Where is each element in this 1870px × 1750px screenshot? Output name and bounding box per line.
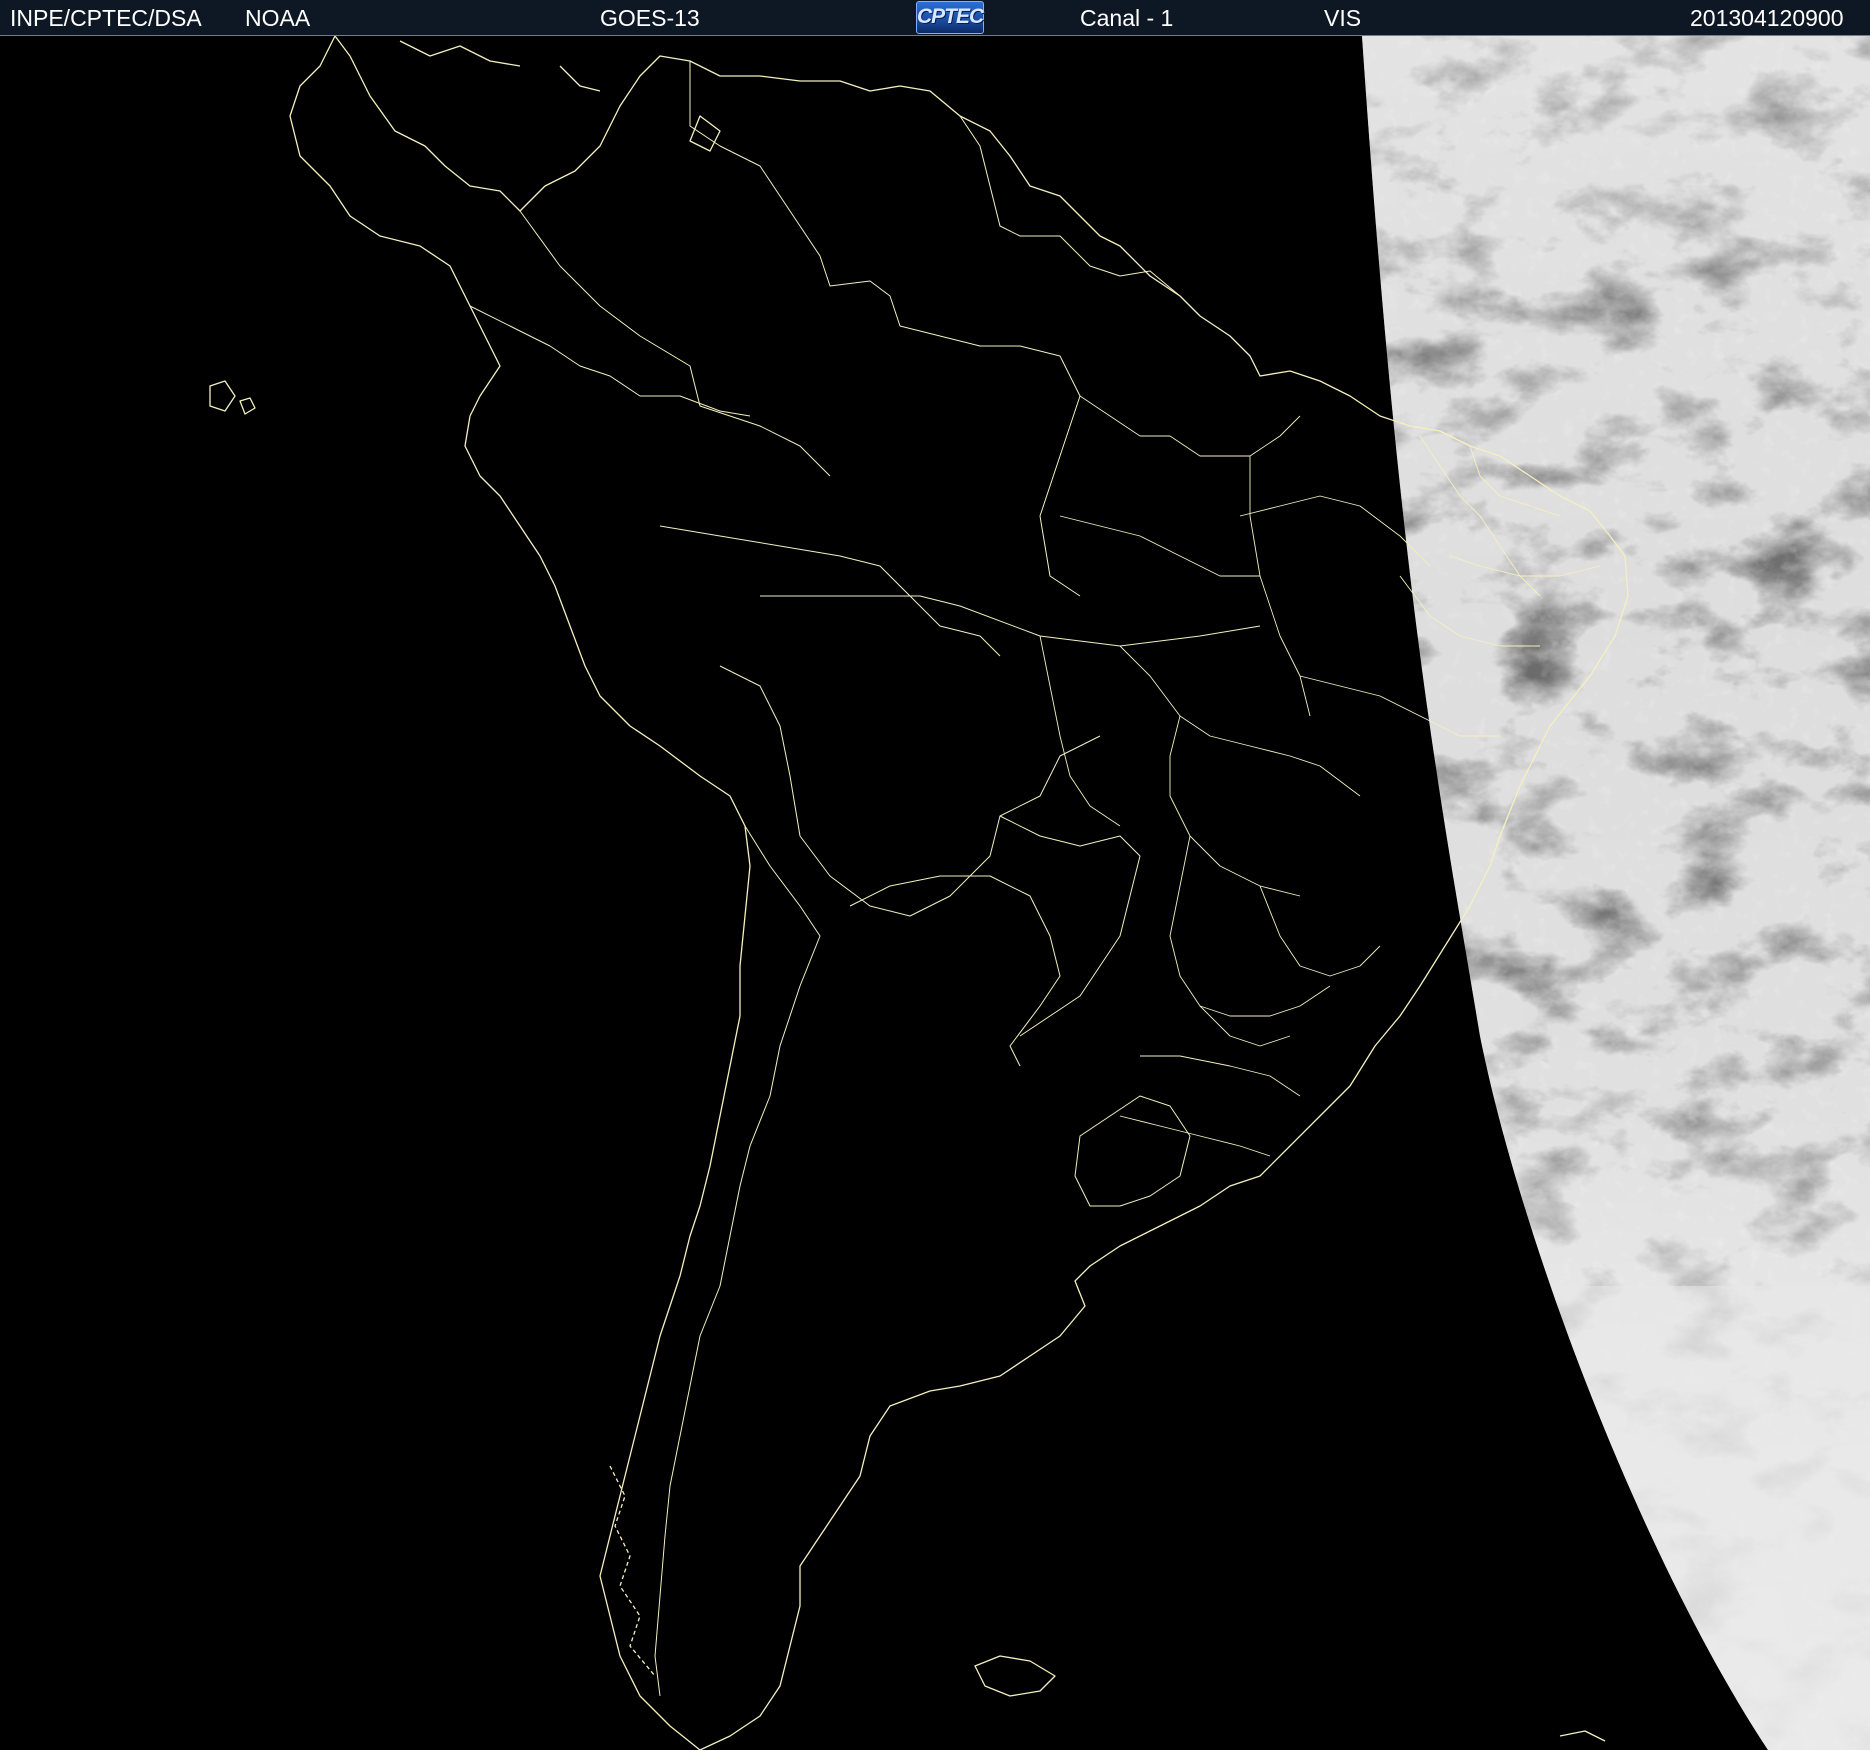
source-label: NOAA [245, 5, 311, 31]
agency-label: INPE/CPTEC/DSA [10, 5, 202, 31]
cptec-logo: CPTEC [916, 1, 984, 34]
image-header-bar: INPE/CPTEC/DSA NOAA GOES-13 CPTEC Canal … [0, 0, 1870, 36]
satellite-label: GOES-13 [600, 5, 700, 31]
satellite-map-svg [0, 36, 1870, 1750]
band-label: VIS [1324, 5, 1362, 31]
channel-label: Canal - 1 [1080, 5, 1174, 31]
logo-text: CPTEC [917, 5, 984, 28]
satellite-map [0, 36, 1870, 1750]
timestamp-label: 201304120900 [1690, 5, 1844, 31]
